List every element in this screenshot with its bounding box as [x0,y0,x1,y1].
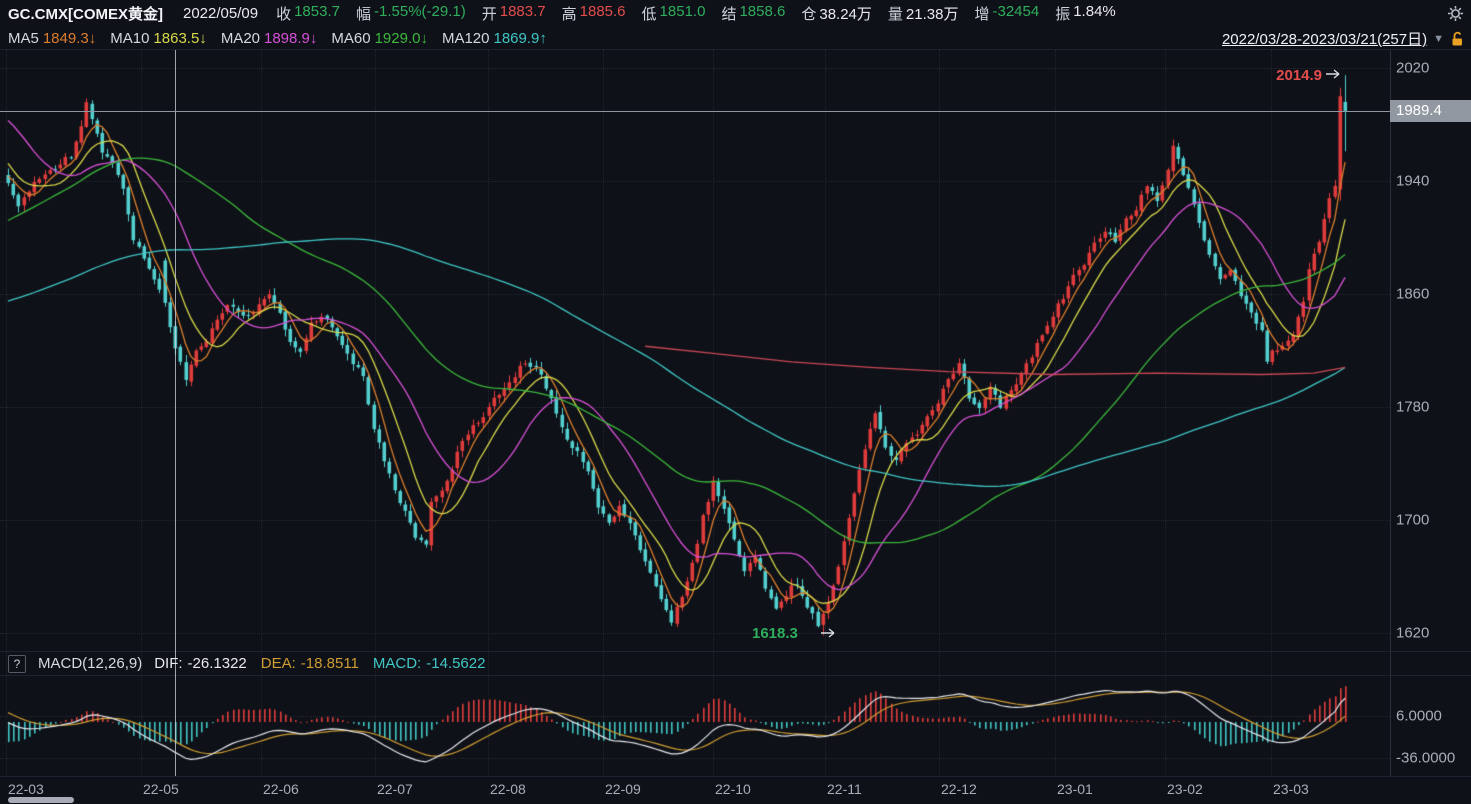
date-range-text[interactable]: 2022/03/28-2023/03/21(257日) [1222,28,1427,49]
macd-item-label: MACD: [373,655,421,672]
ma-label: MA10 [110,30,149,47]
time-axis-label: 22-07 [377,781,413,797]
low-annotation-arrow-icon [821,626,837,640]
time-axis-label: 22-03 [8,781,44,797]
quote-date: 2022/05/09 [183,5,258,22]
quote-field: 振 1.84% [1055,3,1116,24]
quote-field: 收 1853.7 [276,3,340,24]
quote-fields: 收 1853.7 幅 -1.55%(-29.1) 开 1883.7 高 1885… [276,3,1116,24]
quote-field-value: 1853.7 [294,3,340,24]
header-bar: GC.CMX[COMEX黄金] 2022/05/09 收 1853.7 幅 -1… [0,0,1471,27]
time-axis-label: 22-12 [941,781,977,797]
settings-gear-icon[interactable] [1446,4,1465,23]
price-axis-tick: 1940 [1396,173,1429,190]
time-axis-label: 23-01 [1057,781,1093,797]
macd-item-value: -26.1322 [188,655,247,672]
quote-field-value: 1858.6 [739,3,785,24]
quote-field: 高 1885.6 [562,3,626,24]
quote-field-label: 振 [1055,3,1070,24]
quote-field-label: 低 [642,3,657,24]
ma-value: 1849.3↓ [43,30,96,47]
time-axis-label: 23-02 [1167,781,1203,797]
quote-field-label: 增 [974,3,989,24]
quote-field-label: 高 [562,3,577,24]
quote-field: 量 21.38万 [888,3,959,24]
quote-field-value: 1883.7 [500,3,546,24]
macd-title: MACD(12,26,9) [38,655,142,672]
quote-field: 结 1858.6 [721,3,785,24]
date-range-selector[interactable]: 2022/03/28-2023/03/21(257日) ▼ [1222,28,1465,49]
ma-label: MA120 [442,30,490,47]
chevron-down-icon[interactable]: ▼ [1433,33,1444,45]
price-axis-tick: 1700 [1396,512,1429,529]
price-axis-tick: 1780 [1396,399,1429,416]
ma-legend-item: MA101863.5↓ [110,30,207,47]
quote-field-value: 1885.6 [580,3,626,24]
quote-field: 增 -32454 [974,3,1039,24]
quote-field-value: 1851.0 [660,3,706,24]
time-axis-label: 22-09 [605,781,641,797]
quote-field-label: 开 [482,3,497,24]
unlock-icon[interactable] [1450,31,1465,47]
macd-legend-item: MACD: -14.5622 [373,655,486,672]
quote-field-label: 收 [276,3,291,24]
low-annotation: 1618.3 [752,625,798,642]
ma-value: 1863.5↓ [153,30,206,47]
macd-legend-item: DEA: -18.8511 [261,655,359,672]
macd-legend-bar: ? MACD(12,26,9) DIF: -26.1322 DEA: -18.8… [0,652,1471,675]
macd-legend-item: DIF: -26.1322 [154,655,247,672]
symbol-title: GC.CMX[COMEX黄金] [8,3,163,24]
time-axis-label: 22-06 [263,781,299,797]
price-axis-tick: 1860 [1396,286,1429,303]
ma-value: 1898.9↓ [264,30,317,47]
ma-legend-item: MA1201869.9↑ [442,30,547,47]
macd-item-value: -18.8511 [301,655,359,672]
macd-values: DIF: -26.1322 DEA: -18.8511 MACD: -14.56… [154,655,485,672]
high-annotation-arrow-icon [1326,67,1342,81]
time-axis-label: 22-11 [827,781,862,797]
price-axis-tick: 1620 [1396,625,1429,642]
quote-field-value: 1.84% [1073,3,1116,24]
time-axis-label: 22-05 [143,781,179,797]
macd-chart-canvas[interactable] [0,676,1390,776]
horizontal-scrollbar-thumb[interactable] [8,797,74,803]
time-axis-label: 22-10 [715,781,751,797]
quote-field-label: 结 [721,3,736,24]
macd-axis-tick: -36.0000 [1396,750,1455,767]
help-button[interactable]: ? [8,655,26,673]
ma-legend-item: MA60 1929.0↓ [331,30,428,47]
last-price-tag: 1989.4 [1390,100,1471,122]
ma-label: MA60 [331,30,370,47]
quote-field-value: 38.24万 [819,3,872,24]
quote-field: 开 1883.7 [482,3,546,24]
time-axis-label: 23-03 [1273,781,1309,797]
divider [0,776,1471,777]
last-price-line [0,111,1390,112]
quote-field: 仓 38.24万 [801,3,872,24]
ma-value: 1869.9↑ [494,30,547,47]
ma-legend-item: MA51849.3↓ [8,30,96,47]
high-annotation: 2014.9 [1254,67,1322,84]
quote-field-label: 幅 [356,3,371,24]
ma-legend: MA51849.3↓ MA101863.5↓ MA201898.9↓ MA60 1… [8,30,547,47]
ma-value: 1929.0↓ [375,30,428,47]
quote-field: 幅 -1.55%(-29.1) [356,3,466,24]
price-axis-tick: 2020 [1396,60,1429,77]
quote-field-value: -32454 [992,3,1039,24]
ma-label: MA5 [8,30,39,47]
quote-field-value: -1.55%(-29.1) [374,3,466,24]
time-axis-label: 22-08 [490,781,526,797]
ma-legend-item: MA201898.9↓ [221,30,318,47]
quote-field: 低 1851.0 [642,3,706,24]
macd-item-label: DIF: [154,655,182,672]
chart-app: GC.CMX[COMEX黄金] 2022/05/09 收 1853.7 幅 -1… [0,0,1471,804]
macd-item-value: -14.5622 [426,655,485,672]
quote-field-label: 量 [888,3,903,24]
ma-label: MA20 [221,30,260,47]
quote-field-label: 仓 [801,3,816,24]
price-chart-canvas[interactable] [0,50,1390,651]
macd-axis-tick: 6.0000 [1396,708,1442,725]
quote-field-value: 21.38万 [906,3,959,24]
macd-item-label: DEA: [261,655,296,672]
